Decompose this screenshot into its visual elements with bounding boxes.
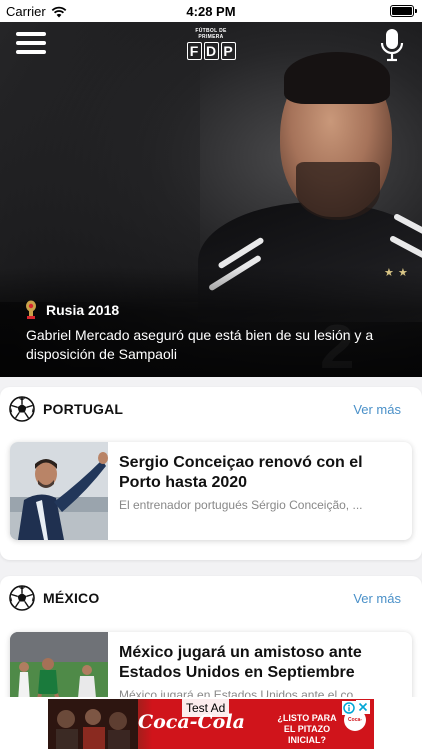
app-logo: FÚTBOL DE PRIMERA F D P — [185, 28, 237, 60]
ad-text: ¿LISTO PARA EL PITAZO INICIAL? — [277, 713, 337, 745]
logo-subtitle: FÚTBOL DE PRIMERA — [195, 28, 227, 40]
see-more-link[interactable]: Ver más — [353, 402, 401, 417]
article-summary: El entrenador portugués Sérgio Conceição… — [119, 498, 363, 512]
top-nav: FÚTBOL DE PRIMERA F D P — [0, 22, 422, 72]
section-header: PORTUGAL Ver más — [0, 387, 422, 431]
microphone-icon[interactable] — [380, 28, 404, 62]
section-title: MÉXICO — [43, 590, 100, 606]
section-title: PORTUGAL — [43, 401, 124, 417]
soccer-ball-icon — [9, 396, 35, 422]
section-portugal: PORTUGAL Ver más Sergio Conceiçao renovó… — [0, 387, 422, 560]
hero-caption[interactable]: Rusia 2018 Gabriel Mercado aseguró que e… — [24, 300, 409, 364]
see-more-link[interactable]: Ver más — [353, 591, 401, 606]
close-icon[interactable] — [356, 700, 370, 714]
article-title: Sergio Conceiçao renovó con el Porto has… — [119, 454, 363, 491]
ad-banner[interactable]: Coca-Cola Test Ad ¿LISTO PARA EL PITAZO … — [48, 699, 374, 749]
hero-category: Rusia 2018 — [46, 302, 120, 318]
status-bar: Carrier 4:28 PM — [0, 0, 422, 22]
article-card[interactable]: Sergio Conceiçao renovó con el Porto has… — [10, 442, 412, 540]
soccer-ball-icon — [9, 585, 35, 611]
article-title: México jugará un amistoso ante Estados U… — [119, 644, 362, 681]
app-screen: Carrier 4:28 PM ★ ★ 2 FÚTBOL DE PRI — [0, 0, 422, 750]
ad-crowd-image — [48, 699, 138, 749]
article-thumbnail — [10, 442, 108, 540]
logo-letters: F D P — [185, 42, 237, 60]
ad-test-label: Test Ad — [182, 699, 230, 717]
world-cup-icon — [26, 300, 36, 319]
menu-icon[interactable] — [16, 32, 46, 54]
ad-choices-icon[interactable] — [342, 701, 356, 715]
hero-headline: Gabriel Mercado aseguró que está bien de… — [26, 327, 374, 362]
section-header: MÉXICO Ver más — [0, 576, 422, 620]
status-time: 4:28 PM — [186, 4, 236, 19]
ad-banner-container: Coca-Cola Test Ad ¿LISTO PARA EL PITAZO … — [0, 697, 422, 750]
battery-icon — [390, 5, 417, 17]
